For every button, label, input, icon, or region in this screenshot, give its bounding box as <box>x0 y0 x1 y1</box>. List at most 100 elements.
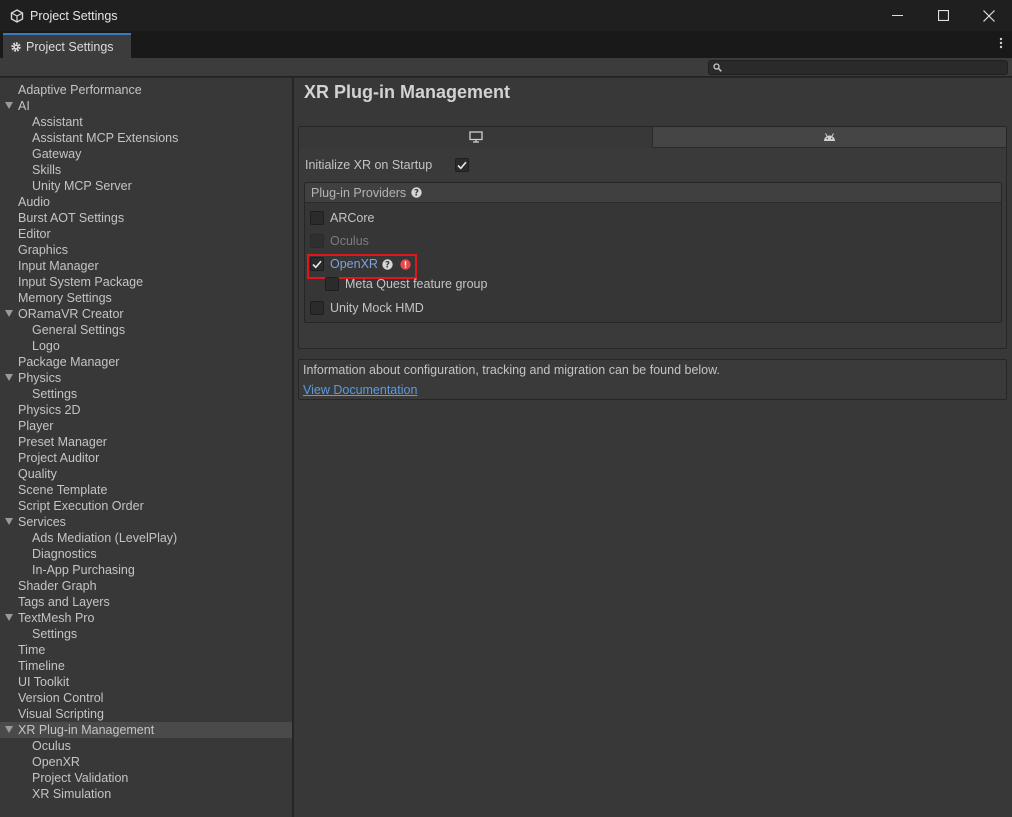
checkmark-icon <box>457 161 467 169</box>
sidebar-item-label: Settings <box>32 627 78 641</box>
sidebar-item-label: Project Validation <box>32 771 129 785</box>
provider-unity-mock-hmd[interactable]: Unity Mock HMD <box>310 299 424 317</box>
unity-mock-hmd-checkbox[interactable] <box>310 301 324 315</box>
sidebar-item-preset-manager[interactable]: Preset Manager <box>0 434 292 450</box>
sidebar-item-skills[interactable]: Skills <box>0 162 292 178</box>
provider-arcore[interactable]: ARCore <box>310 209 374 227</box>
sidebar-item-label: Shader Graph <box>18 579 97 593</box>
sidebar-item-label: Timeline <box>18 659 65 673</box>
sidebar-item-logo[interactable]: Logo <box>0 338 292 354</box>
sidebar-item-settings[interactable]: Settings <box>0 626 292 642</box>
sidebar-item-script-execution-order[interactable]: Script Execution Order <box>0 498 292 514</box>
sidebar-item-oculus[interactable]: Oculus <box>0 738 292 754</box>
sidebar-item-ai[interactable]: AI <box>0 98 292 114</box>
sidebar-item-quality[interactable]: Quality <box>0 466 292 482</box>
expand-arrow-icon[interactable] <box>5 374 13 381</box>
sidebar-item-time[interactable]: Time <box>0 642 292 658</box>
tab-label: Project Settings <box>26 39 114 54</box>
sidebar-item-label: Player <box>18 419 54 433</box>
minimize-icon <box>891 15 903 16</box>
tab-android[interactable] <box>653 127 1006 148</box>
close-icon <box>983 9 995 22</box>
sidebar-item-project-validation[interactable]: Project Validation <box>0 770 292 786</box>
sidebar-item-label: Memory Settings <box>18 291 112 305</box>
sidebar-item-label: Tags and Layers <box>18 595 110 609</box>
expand-arrow-icon[interactable] <box>5 614 13 621</box>
sidebar-item-physics[interactable]: Physics <box>0 370 292 386</box>
initialize-xr-checkbox[interactable] <box>455 158 469 172</box>
help-icon[interactable]: ? <box>411 187 422 198</box>
sidebar-item-xr-simulation[interactable]: XR Simulation <box>0 786 292 802</box>
provider-meta-quest-feature-group[interactable]: Meta Quest feature group <box>325 275 487 293</box>
sidebar-item-ads-mediation-levelplay[interactable]: Ads Mediation (LevelPlay) <box>0 530 292 546</box>
oculus-checkbox[interactable] <box>310 234 324 248</box>
sidebar-item-diagnostics[interactable]: Diagnostics <box>0 546 292 562</box>
sidebar-item-graphics[interactable]: Graphics <box>0 242 292 258</box>
plugin-providers-header: Plug-in Providers ? <box>305 183 1001 203</box>
sidebar-item-ui-toolkit[interactable]: UI Toolkit <box>0 674 292 690</box>
tab-project-settings[interactable]: Project Settings <box>3 33 131 58</box>
sidebar-item-timeline[interactable]: Timeline <box>0 658 292 674</box>
provider-label: ARCore <box>330 211 375 225</box>
sidebar-item-in-app-purchasing[interactable]: In-App Purchasing <box>0 562 292 578</box>
sidebar-item-input-manager[interactable]: Input Manager <box>0 258 292 274</box>
maximize-icon <box>937 10 949 21</box>
expand-arrow-icon[interactable] <box>5 310 13 317</box>
sidebar-item-label: Physics <box>18 371 62 385</box>
window-titlebar: Project Settings <box>0 0 1012 31</box>
sidebar-item-version-control[interactable]: Version Control <box>0 690 292 706</box>
sidebar-item-services[interactable]: Services <box>0 514 292 530</box>
maximize-button[interactable] <box>920 0 966 31</box>
expand-arrow-icon[interactable] <box>5 726 13 733</box>
svg-text:?: ? <box>414 189 419 198</box>
settings-toolbar <box>0 58 1012 77</box>
sidebar-item-label: Input Manager <box>18 259 99 273</box>
tab-standalone[interactable] <box>299 127 653 148</box>
sidebar-item-label: Script Execution Order <box>18 499 144 513</box>
sidebar-item-shader-graph[interactable]: Shader Graph <box>0 578 292 594</box>
sidebar-item-player[interactable]: Player <box>0 418 292 434</box>
sidebar-item-label: Quality <box>18 467 57 481</box>
meta-quest-checkbox[interactable] <box>325 277 339 291</box>
sidebar-item-burst-aot-settings[interactable]: Burst AOT Settings <box>0 210 292 226</box>
sidebar-item-label: Version Control <box>18 691 104 705</box>
expand-arrow-icon[interactable] <box>5 102 13 109</box>
sidebar-item-project-auditor[interactable]: Project Auditor <box>0 450 292 466</box>
sidebar-item-oramavr-creator[interactable]: ORamaVR Creator <box>0 306 292 322</box>
initialize-xr-label: Initialize XR on Startup <box>305 158 433 172</box>
tab-strip: Project Settings <box>0 31 1012 58</box>
sidebar-item-settings[interactable]: Settings <box>0 386 292 402</box>
sidebar-item-physics-2d[interactable]: Physics 2D <box>0 402 292 418</box>
sidebar-item-memory-settings[interactable]: Memory Settings <box>0 290 292 306</box>
provider-oculus[interactable]: Oculus <box>310 232 369 250</box>
view-documentation-link[interactable]: View Documentation <box>303 383 417 397</box>
sidebar-item-label: Unity MCP Server <box>32 179 132 193</box>
sidebar-item-input-system-package[interactable]: Input System Package <box>0 274 292 290</box>
arcore-checkbox[interactable] <box>310 211 324 225</box>
sidebar-item-visual-scripting[interactable]: Visual Scripting <box>0 706 292 722</box>
sidebar-item-adaptive-performance[interactable]: Adaptive Performance <box>0 82 292 98</box>
sidebar-item-editor[interactable]: Editor <box>0 226 292 242</box>
sidebar-item-package-manager[interactable]: Package Manager <box>0 354 292 370</box>
sidebar-item-assistant[interactable]: Assistant <box>0 114 292 130</box>
sidebar-item-general-settings[interactable]: General Settings <box>0 322 292 338</box>
sidebar-item-assistant-mcp-extensions[interactable]: Assistant MCP Extensions <box>0 130 292 146</box>
minimize-button[interactable] <box>874 0 920 31</box>
expand-arrow-icon[interactable] <box>5 518 13 525</box>
info-box: Information about configuration, trackin… <box>298 359 1007 400</box>
sidebar-item-xr-plug-in-management[interactable]: XR Plug-in Management <box>0 722 292 738</box>
close-button[interactable] <box>966 0 1012 31</box>
sidebar-item-audio[interactable]: Audio <box>0 194 292 210</box>
sidebar-item-scene-template[interactable]: Scene Template <box>0 482 292 498</box>
sidebar-item-unity-mcp-server[interactable]: Unity MCP Server <box>0 178 292 194</box>
more-options-icon[interactable] <box>999 37 1003 49</box>
page-title: XR Plug-in Management <box>304 82 511 102</box>
sidebar-item-label: Assistant MCP Extensions <box>32 131 179 145</box>
sidebar-item-label: Visual Scripting <box>18 707 104 721</box>
sidebar-item-gateway[interactable]: Gateway <box>0 146 292 162</box>
search-input[interactable] <box>708 60 1008 75</box>
sidebar-item-tags-and-layers[interactable]: Tags and Layers <box>0 594 292 610</box>
sidebar-item-openxr[interactable]: OpenXR <box>0 754 292 770</box>
sidebar-item-textmesh-pro[interactable]: TextMesh Pro <box>0 610 292 626</box>
sidebar-item-label: Ads Mediation (LevelPlay) <box>32 531 178 545</box>
